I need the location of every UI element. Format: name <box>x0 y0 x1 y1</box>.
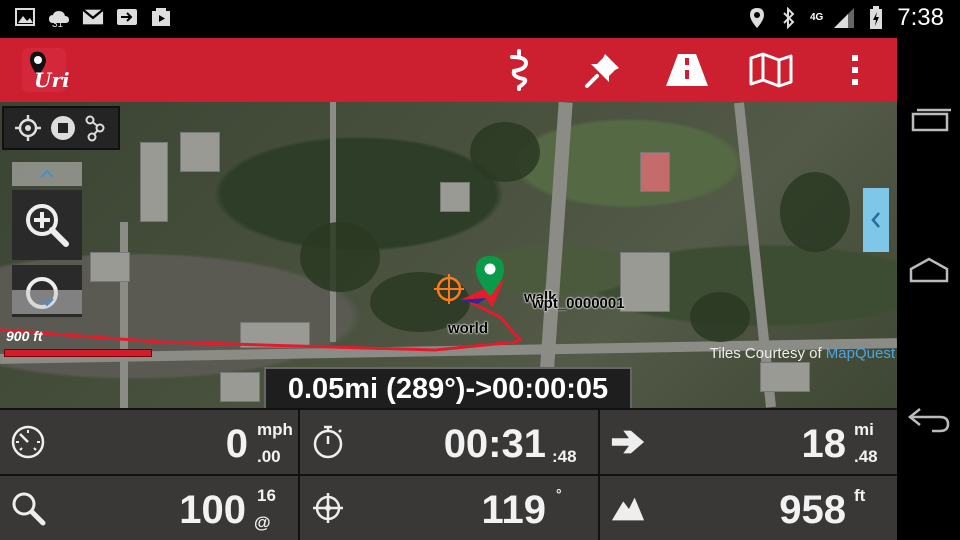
pushpin-icon <box>585 54 619 88</box>
distance-decimal: .48 <box>854 447 878 466</box>
home-icon <box>909 257 949 283</box>
stop-icon[interactable] <box>49 114 77 142</box>
signal-icon <box>833 7 855 29</box>
map-label-waypoint: wpt_0000001 <box>532 295 625 312</box>
home-button[interactable] <box>905 250 953 290</box>
back-icon <box>907 408 950 433</box>
zoom-in-icon <box>26 204 69 247</box>
altitude-unit: ft <box>854 486 866 505</box>
dashboard: 0 mph .00 00:31 :48 18 mi .48 100 16 @ 1… <box>0 408 898 540</box>
speed-decimal: .00 <box>257 447 281 466</box>
logo-text: Uri <box>34 68 70 92</box>
tiles-credit: Tiles Courtesy of MapQuest <box>710 345 895 362</box>
status-bar: 31° 4G 7:38 <box>0 0 960 38</box>
zoom-out-arrow-button[interactable] <box>12 290 82 314</box>
location-icon <box>746 7 768 29</box>
track-controls <box>2 106 120 150</box>
time-seconds: :48 <box>552 447 577 466</box>
scale-label: 900 ft <box>6 328 43 344</box>
accuracy-value: 100 <box>179 488 246 532</box>
speed-cell[interactable]: 0 mph .00 <box>0 410 298 474</box>
clock: 7:38 <box>897 4 944 31</box>
gmail-icon <box>82 6 104 28</box>
side-panel-tab[interactable] <box>863 188 889 252</box>
map-icon <box>749 52 793 88</box>
track-line <box>0 300 523 352</box>
map-label-world: world <box>448 320 488 337</box>
time-value: 00:31 <box>443 422 546 466</box>
stopwatch-icon <box>310 424 346 460</box>
bearing-value: 119 <box>481 488 546 532</box>
overflow-menu-button[interactable] <box>832 48 878 92</box>
action-bar: Uri <box>0 38 897 102</box>
map-view[interactable]: walk wpt_0000001 world 900 ft Tiles Cour… <box>0 102 897 408</box>
distance-unit: mi <box>854 420 874 439</box>
image-icon <box>14 6 36 28</box>
scale-bar <box>4 349 152 357</box>
compass-target-icon <box>310 490 346 526</box>
bearing-cell[interactable]: 119 ° <box>300 476 598 540</box>
search-icon <box>10 490 46 526</box>
recent-apps-button[interactable] <box>905 100 953 140</box>
distance-cell[interactable]: 18 mi .48 <box>600 410 898 474</box>
battery-icon <box>865 6 887 29</box>
altitude-value: 958 <box>779 488 846 532</box>
accuracy-cell[interactable]: 100 16 @ <box>0 476 298 540</box>
overflow-menu-icon <box>852 55 858 85</box>
accuracy-symbol: @ <box>254 513 271 532</box>
distance-value: 18 <box>801 422 847 466</box>
forward-icon <box>116 6 138 28</box>
waypoint-pin-icon[interactable] <box>474 254 506 298</box>
network-type: 4G <box>809 12 824 23</box>
recent-apps-icon <box>911 108 951 132</box>
time-cell[interactable]: 00:31 :48 <box>300 410 598 474</box>
chevron-left-icon <box>871 212 880 228</box>
route-info-panel: 0.05mi (289°)->00:00:05 <box>264 367 632 408</box>
gps-locate-icon[interactable] <box>14 114 42 142</box>
zoom-in-arrow-button[interactable] <box>12 162 82 186</box>
route-icon <box>510 49 529 91</box>
chevron-down-icon <box>40 298 54 307</box>
arrow-right-icon <box>610 424 646 460</box>
temperature-label: 31° <box>52 19 68 30</box>
road-button[interactable] <box>664 48 710 92</box>
media-icon <box>150 6 172 28</box>
speedometer-icon <box>10 424 46 460</box>
chevron-up-icon <box>40 169 54 178</box>
speed-unit: mph <box>257 420 293 439</box>
bluetooth-icon <box>778 7 800 29</box>
system-nav-bar <box>897 38 960 540</box>
mountain-icon <box>610 490 646 526</box>
route-button[interactable] <box>496 48 542 92</box>
track-nodes-icon[interactable] <box>84 114 108 142</box>
speed-value: 0 <box>225 422 248 466</box>
bearing-unit: ° <box>556 486 562 502</box>
back-button[interactable] <box>905 400 953 440</box>
satellite-count: 16 <box>257 486 276 505</box>
road-icon <box>666 54 708 86</box>
pushpin-button[interactable] <box>580 48 626 92</box>
tiles-credit-prefix: Tiles Courtesy of <box>709 345 826 362</box>
map-button[interactable] <box>748 48 794 92</box>
altitude-cell[interactable]: 958 ft <box>600 476 898 540</box>
zoom-in-button[interactable] <box>12 190 82 260</box>
mapquest-link[interactable]: MapQuest <box>826 345 895 362</box>
